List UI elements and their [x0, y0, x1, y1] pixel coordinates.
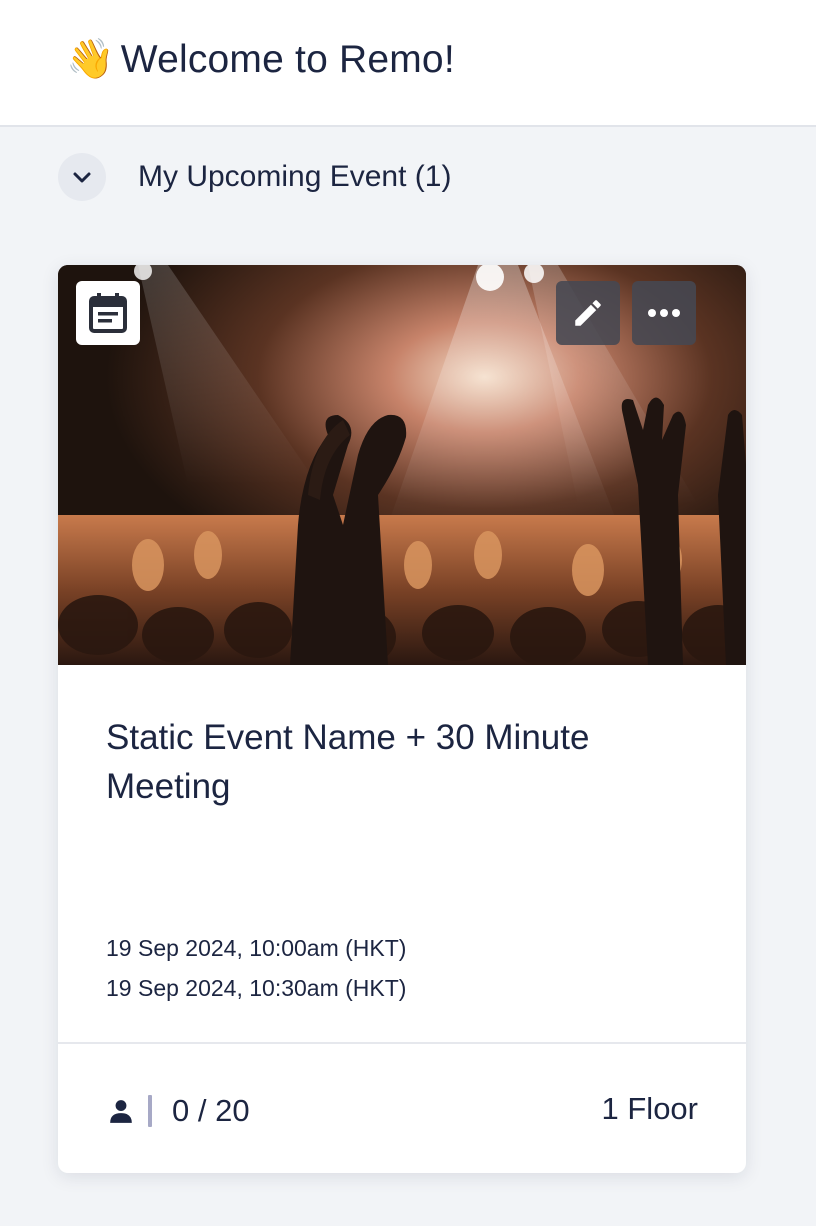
waving-hand-icon: 👋 [66, 37, 115, 82]
welcome-text: Welcome to Remo! [120, 38, 455, 81]
chevron-down-icon [73, 172, 91, 183]
more-options-button[interactable] [632, 281, 696, 345]
more-horizontal-icon [648, 309, 680, 317]
floor-count: 1 Floor [601, 1091, 698, 1126]
upcoming-events-section-header: My Upcoming Event (1) [58, 153, 451, 201]
card-divider [58, 1042, 746, 1044]
welcome-heading: 👋 Welcome to Remo! [66, 36, 455, 82]
collapse-section-button[interactable] [58, 153, 106, 201]
attendance-info: 0 / 20 [108, 1093, 250, 1129]
attendance-count: 0 / 20 [172, 1093, 250, 1128]
event-start-time: 19 Sep 2024, 10:00am (HKT) [106, 935, 407, 961]
pencil-icon [575, 300, 601, 326]
calendar-icon [89, 293, 127, 333]
event-type-badge [76, 281, 140, 345]
event-title[interactable]: Static Event Name + 30 Minute Meeting [106, 713, 706, 811]
person-icon [110, 1100, 132, 1123]
event-cover-image [58, 265, 746, 665]
section-title: My Upcoming Event (1) [138, 160, 452, 193]
top-header: 👋 Welcome to Remo! [0, 0, 816, 127]
event-end-time: 19 Sep 2024, 10:30am (HKT) [106, 975, 407, 1001]
event-card[interactable]: Static Event Name + 30 Minute Meeting 19… [58, 265, 746, 1173]
edit-event-button[interactable] [556, 281, 620, 345]
separator-bar [148, 1095, 152, 1127]
